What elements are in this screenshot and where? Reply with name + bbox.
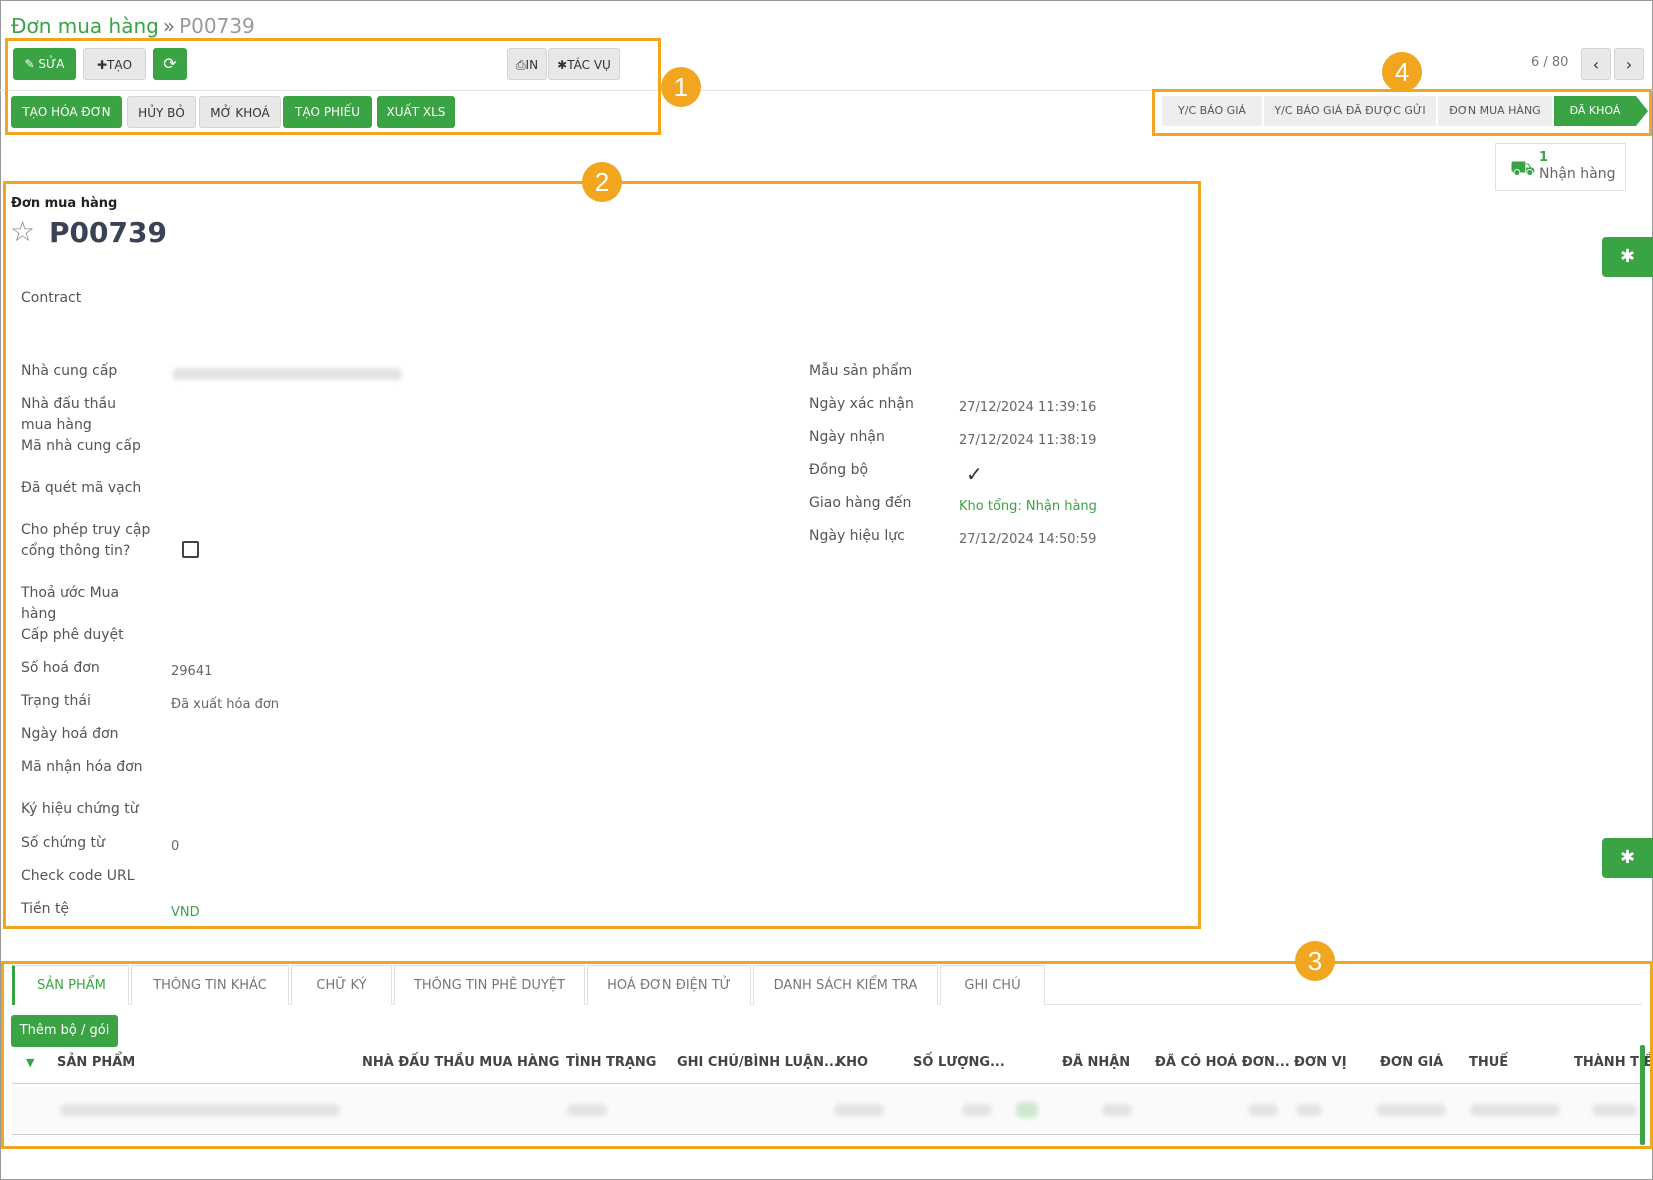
- chevron-right-icon: ›: [1625, 55, 1633, 74]
- breadcrumb-separator: »: [162, 14, 176, 38]
- annotation-box-1: [5, 38, 661, 135]
- annotation-box-3: [1, 961, 1653, 1149]
- annotation-badge-3: 3: [1295, 941, 1335, 981]
- annotation-badge-4: 4: [1382, 52, 1422, 92]
- settings-float-button-top[interactable]: ✱: [1602, 237, 1653, 277]
- receipts-label: Nhận hàng: [1539, 166, 1616, 182]
- truck-icon: ⛟: [1510, 156, 1536, 180]
- pager-prev-button[interactable]: ‹: [1581, 48, 1611, 80]
- annotation-badge-1: 1: [661, 67, 701, 107]
- breadcrumb: Đơn mua hàng» P00739: [11, 14, 255, 38]
- gear-icon: ✱: [1619, 246, 1636, 267]
- annotation-box-4: [1152, 89, 1652, 136]
- annotation-badge-2: 2: [582, 162, 622, 202]
- receipts-smart-button[interactable]: ⛟ 1 Nhận hàng: [1495, 143, 1626, 191]
- chevron-left-icon: ‹: [1592, 55, 1600, 74]
- gear-icon: ✱: [1619, 847, 1636, 868]
- breadcrumb-parent-link[interactable]: Đơn mua hàng: [11, 14, 159, 38]
- pager-text: 6 / 80: [1531, 55, 1569, 70]
- annotation-box-2: [3, 181, 1201, 929]
- breadcrumb-current: P00739: [179, 14, 255, 38]
- pager-next-button[interactable]: ›: [1614, 48, 1644, 80]
- receipts-count: 1: [1539, 150, 1549, 165]
- settings-float-button-bottom[interactable]: ✱: [1602, 838, 1653, 878]
